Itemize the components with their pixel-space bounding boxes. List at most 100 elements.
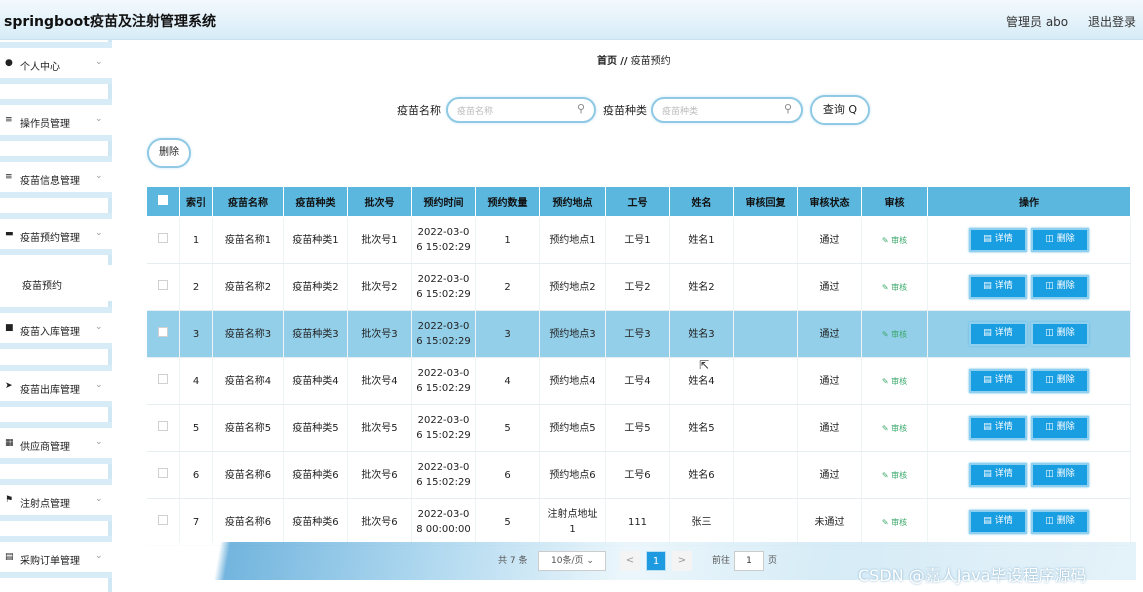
audit-link-label: 审核 <box>891 470 908 480</box>
delete-button[interactable]: ◫ 删除 <box>1031 322 1089 346</box>
logout-link[interactable]: 退出登录 <box>1088 13 1136 30</box>
detail-label: 详情 <box>994 281 1013 291</box>
table-row[interactable]: 4 疫苗名称4 疫苗种类4 批次号4 2022-03-0 6 15:02:29 4 预约地点4… <box>146 357 1131 405</box>
row-select-cell[interactable] <box>146 263 180 311</box>
sidebar-item-stock-out[interactable]: ➤ 疫苗出库管理 ⌄ <box>0 365 112 407</box>
table-row[interactable]: 5 疫苗名称5 疫苗种类5 批次号5 2022-03-0 6 15:02:29 5 预约地点5… <box>146 404 1131 452</box>
delete-button[interactable]: ◫ 删除 <box>1031 510 1089 534</box>
row-checkbox[interactable] <box>157 326 168 337</box>
cell-actions: ▤ 详情 ◫ 删除 <box>927 310 1131 358</box>
sidebar-item-vaccine-booking[interactable]: ▬ 疫苗预约管理 ⌄ <box>0 213 112 255</box>
cell-batch-no: 批次号6 <box>347 498 412 546</box>
table-row[interactable]: 7 疫苗名称6 疫苗种类6 批次号6 2022-03-0 8 00:00:00 5 注射点地址… <box>146 498 1131 546</box>
cell-person-name: 姓名5 <box>669 404 734 452</box>
cell-person-name: 姓名1 <box>669 216 734 264</box>
cell-audit-status: 通过 <box>797 310 862 358</box>
sidebar-item-vaccine-info[interactable]: ≡ 疫苗信息管理 ⌄ <box>0 156 112 198</box>
delete-button[interactable]: ◫ 删除 <box>1031 463 1089 487</box>
sidebar-item-profile[interactable]: ● 个人中心 ⌄ <box>0 42 112 84</box>
search-icon: ⚲ <box>783 102 792 115</box>
vaccine-type-input[interactable]: 疫苗种类 ⚲ <box>651 97 803 123</box>
row-checkbox[interactable] <box>157 514 168 525</box>
row-checkbox[interactable] <box>157 232 168 243</box>
detail-label: 详情 <box>994 234 1013 244</box>
cell-audit: ✎ 审核 <box>861 404 928 452</box>
sidebar-item-suppliers[interactable]: ▦ 供应商管理 ⌄ <box>0 422 112 464</box>
sidebar-item-operators[interactable]: ≡ 操作员管理 ⌄ <box>0 99 112 141</box>
audit-link[interactable]: ✎ 审核 <box>882 283 907 292</box>
cell-booking-qty: 5 <box>475 404 540 452</box>
row-select-cell[interactable] <box>146 404 180 452</box>
row-select-cell[interactable] <box>146 310 180 358</box>
sidebar-item-injection-points[interactable]: ⚑ 注射点管理 ⌄ <box>0 479 112 521</box>
table-body: 1 疫苗名称1 疫苗种类1 批次号1 2022-03-0 6 15:02:29 1 预约地点1… <box>146 216 1131 546</box>
detail-button[interactable]: ▤ 详情 <box>969 463 1027 487</box>
select-all-cell[interactable] <box>146 186 180 217</box>
cell-booking-qty: 3 <box>475 310 540 358</box>
row-checkbox[interactable] <box>157 373 168 384</box>
watermark: CSDN @嘉人Java毕设程序源码 <box>858 566 1087 585</box>
row-checkbox[interactable] <box>157 279 168 290</box>
detail-icon: ▤ <box>983 375 992 385</box>
detail-label: 详情 <box>994 375 1013 385</box>
sidebar-subitem-booking[interactable]: 疫苗预约 <box>0 265 112 301</box>
cell-vaccine-name: 疫苗名称5 <box>212 404 284 452</box>
detail-button[interactable]: ▤ 详情 <box>969 416 1027 440</box>
query-button[interactable]: 查询 Q <box>810 95 870 125</box>
breadcrumb-home[interactable]: 首页 <box>597 56 617 67</box>
booking-place-line1: 预约地点5 <box>549 422 596 434</box>
audit-link[interactable]: ✎ 审核 <box>882 236 907 245</box>
row-select-cell[interactable] <box>146 451 180 499</box>
row-select-cell[interactable] <box>146 498 180 546</box>
delete-button[interactable]: ◫ 删除 <box>1031 369 1089 393</box>
select-all-checkbox[interactable] <box>158 195 168 205</box>
detail-button[interactable]: ▤ 详情 <box>969 228 1027 252</box>
sidebar-item-stock-in[interactable]: ■ 疫苗入库管理 ⌄ <box>0 307 112 349</box>
audit-link[interactable]: ✎ 审核 <box>882 518 907 527</box>
row-select-cell[interactable] <box>146 216 180 264</box>
vaccine-name-input[interactable]: 疫苗名称 ⚲ <box>446 97 596 123</box>
audit-link[interactable]: ✎ 审核 <box>882 377 907 386</box>
audit-link[interactable]: ✎ 审核 <box>882 471 907 480</box>
sidebar-item-label: 注射点管理 <box>20 499 70 510</box>
detail-button[interactable]: ▤ 详情 <box>969 510 1027 534</box>
row-checkbox[interactable] <box>157 467 168 478</box>
breadcrumb-separator: // <box>620 56 628 67</box>
sidebar-item-purchase-orders[interactable]: ▤ 采购订单管理 ⌄ <box>0 536 112 578</box>
table-row[interactable]: 6 疫苗名称6 疫苗种类6 批次号6 2022-03-0 6 15:02:29 6 预约地点6… <box>146 451 1131 499</box>
page-1-button[interactable]: 1 <box>646 551 666 571</box>
detail-button[interactable]: ▤ 详情 <box>969 322 1027 346</box>
goto-page-input[interactable]: 1 <box>734 551 764 571</box>
cell-booking-place: 预约地点4 <box>539 357 606 405</box>
bulk-delete-button[interactable]: 删除 <box>147 138 191 168</box>
detail-button[interactable]: ▤ 详情 <box>969 369 1027 393</box>
next-page-button[interactable]: > <box>672 551 692 571</box>
col-header: 预约时间 <box>411 186 476 217</box>
prev-page-button[interactable]: < <box>620 551 640 571</box>
list-icon: ≡ <box>5 115 13 125</box>
cell-index: 5 <box>179 404 213 452</box>
col-header: 批次号 <box>347 186 412 217</box>
row-checkbox[interactable] <box>157 420 168 431</box>
delete-label: 删除 <box>1056 375 1075 385</box>
sidebar-item-label: 疫苗预约管理 <box>20 233 80 244</box>
main-content: 首页 // 疫苗预约 疫苗名称 疫苗名称 ⚲ 疫苗种类 疫苗种类 ⚲ 查询 Q … <box>116 40 1136 592</box>
delete-button[interactable]: ◫ 删除 <box>1031 228 1089 252</box>
cell-booking-qty: 4 <box>475 357 540 405</box>
detail-button[interactable]: ▤ 详情 <box>969 275 1027 299</box>
table-row[interactable]: 2 疫苗名称2 疫苗种类2 批次号2 2022-03-0 6 15:02:29 2 预约地点2… <box>146 263 1131 311</box>
page-size-select[interactable]: 10条/页 ⌄ <box>538 551 606 571</box>
detail-icon: ▤ <box>983 469 992 479</box>
audit-link[interactable]: ✎ 审核 <box>882 330 907 339</box>
delete-label: 删除 <box>1056 328 1075 338</box>
detail-icon: ▤ <box>983 281 992 291</box>
cell-booking-qty: 1 <box>475 216 540 264</box>
audit-link[interactable]: ✎ 审核 <box>882 424 907 433</box>
table-row[interactable]: 3 疫苗名称3 疫苗种类3 批次号3 2022-03-0 6 15:02:29 3 预约地点3… <box>146 310 1131 358</box>
delete-button[interactable]: ◫ 删除 <box>1031 275 1089 299</box>
table-row[interactable]: 1 疫苗名称1 疫苗种类1 批次号1 2022-03-0 6 15:02:29 1 预约地点1… <box>146 216 1131 264</box>
edit-icon: ✎ <box>881 470 889 480</box>
audit-link-label: 审核 <box>891 376 908 386</box>
row-select-cell[interactable] <box>146 357 180 405</box>
delete-button[interactable]: ◫ 删除 <box>1031 416 1089 440</box>
